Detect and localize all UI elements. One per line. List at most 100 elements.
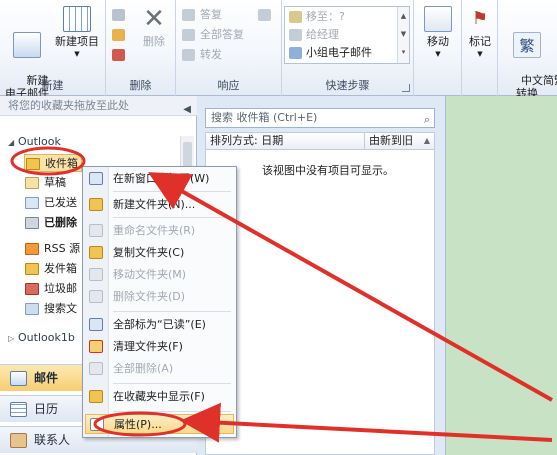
junk-button[interactable]	[110, 46, 130, 64]
quick-step-item[interactable]: 移至：?	[288, 8, 345, 26]
junk-icon	[112, 49, 125, 61]
cleanup-button[interactable]	[110, 26, 130, 44]
folder-deleted[interactable]: 已删除	[14, 214, 77, 232]
search-input[interactable]: 搜索 收件箱 (Ctrl+E) ⌕	[205, 108, 435, 128]
menu-separator	[113, 191, 231, 192]
folder-move-icon	[289, 11, 302, 23]
new-window-icon	[89, 172, 103, 185]
rss-icon	[25, 243, 39, 255]
drafts-icon	[25, 177, 39, 189]
forward-icon	[182, 49, 195, 61]
outbox-icon	[25, 263, 39, 275]
new-items-icon	[63, 6, 91, 32]
menu-move-folder[interactable]: 移动文件夹(M)	[85, 265, 234, 285]
folder-rss[interactable]: RSS 源	[24, 240, 80, 258]
menu-delete-folder[interactable]: 删除文件夹(D)	[85, 287, 234, 307]
mark-read-icon	[89, 318, 103, 331]
tag-button[interactable]: ⚑ 标记 ▼	[464, 6, 496, 61]
delete-button[interactable]: ✕ 删除	[136, 6, 172, 48]
inbox-icon	[26, 158, 40, 170]
new-items-button[interactable]: 新建项目 ▼	[50, 6, 104, 61]
menu-copy-folder[interactable]: 复制文件夹(C)	[85, 243, 234, 263]
group-label-delete: 删除	[129, 79, 152, 92]
ribbon: 新建 电子邮件 新建项目 ▼ 新建 ✕ 删除 删除 答复 全部答复 转发 响应 …	[0, 0, 557, 100]
favorites-drop-area[interactable]: 将您的收藏夹拖放至此处 ◀	[0, 96, 197, 116]
search-icon[interactable]: ⌕	[424, 111, 430, 129]
menu-new-folder[interactable]: 新建文件夹(N)...	[85, 195, 234, 215]
forward-button[interactable]: 转发	[180, 46, 222, 64]
expand-triangle-icon[interactable]: ◢	[8, 135, 18, 151]
meeting-button[interactable]	[256, 6, 276, 24]
quick-steps-scroll[interactable]: ▲ ▼ ▾	[397, 7, 409, 63]
empty-view-message: 该视图中没有项目可显示。	[262, 164, 394, 177]
menu-show-in-favorites[interactable]: 在收藏夹中显示(F)	[85, 387, 234, 407]
reply-all-button[interactable]: 全部答复	[180, 26, 244, 44]
meeting-icon	[258, 9, 271, 21]
dialog-launcher-icon[interactable]	[402, 84, 410, 92]
move-folder-icon	[89, 268, 103, 281]
folder-junk[interactable]: 垃圾邮	[24, 280, 77, 298]
menu-separator	[113, 217, 231, 218]
dropdown-arrow-icon: ▼	[477, 50, 483, 58]
menu-rename-folder[interactable]: 重命名文件夹(R)	[85, 221, 234, 241]
team-email-icon	[289, 47, 302, 59]
calendar-icon	[10, 402, 27, 417]
reply-button[interactable]: 答复	[180, 6, 222, 24]
folder-drafts[interactable]: 草稿	[24, 174, 66, 192]
dropdown-arrow-icon: ▼	[74, 50, 80, 58]
menu-delete-all[interactable]: 全部删除(A)	[85, 359, 234, 379]
contacts-icon	[10, 433, 27, 448]
dropdown-arrow-icon: ▼	[435, 50, 441, 58]
expand-triangle-icon[interactable]: ▷	[8, 331, 18, 347]
quick-step-item[interactable]: 给经理	[288, 26, 339, 44]
menu-clean-up-folder[interactable]: 清理文件夹(F)	[85, 337, 234, 357]
sort-arrow-icon[interactable]: ▲	[424, 133, 430, 149]
reply-all-icon	[182, 29, 195, 41]
collapse-arrow-icon[interactable]: ◀	[183, 100, 191, 120]
folder-inbox[interactable]: 收件箱	[24, 154, 82, 172]
chinese-convert-icon: 繁	[513, 32, 541, 58]
account-outlook[interactable]: ◢ Outlook	[8, 134, 61, 150]
delete-folder-icon	[89, 290, 103, 303]
copy-folder-icon	[89, 246, 103, 259]
menu-separator	[113, 411, 231, 412]
group-label-quick-steps: 快速步骤	[325, 79, 370, 92]
move-button[interactable]: 移动 ▼	[418, 6, 458, 61]
sort-by-label[interactable]: 排列方式: 日期	[210, 133, 283, 149]
quick-steps-gallery[interactable]: 移至：? 给经理 小组电子邮件 ▲ ▼ ▾	[284, 6, 410, 64]
folder-outbox[interactable]: 发件箱	[24, 260, 77, 278]
ribbon-group-respond: 答复 全部答复 转发 响应	[176, 0, 282, 96]
folder-sent[interactable]: 已发送	[24, 194, 77, 212]
menu-open-new-window[interactable]: 在新窗口中打开(W)	[85, 169, 234, 189]
ribbon-group-new: 新建 电子邮件 新建项目 ▼ 新建	[0, 0, 106, 100]
sort-order-label[interactable]: 由新到旧	[364, 133, 413, 149]
delete-x-icon: ✕	[143, 4, 165, 34]
favorites-icon	[89, 390, 103, 403]
new-folder-icon	[89, 198, 103, 211]
account-outlook1b[interactable]: ▷ Outlook1b	[8, 330, 75, 346]
delete-all-icon	[89, 362, 103, 375]
ribbon-group-quick-steps: 移至：? 给经理 小组电子邮件 ▲ ▼ ▾ 快速步骤	[282, 0, 414, 96]
properties-icon	[90, 418, 104, 431]
ribbon-group-move: 移动 ▼	[414, 0, 462, 96]
ribbon-group-chinese: 繁 中文简繁 转换	[498, 0, 557, 100]
group-label-new: 新建	[41, 79, 64, 92]
list-header: 排列方式: 日期 由新到旧 ▲	[205, 132, 435, 150]
quick-step-item[interactable]: 小组电子邮件	[288, 44, 372, 62]
group-label-respond: 响应	[217, 79, 240, 92]
menu-mark-all-read[interactable]: 全部标为“已读”(E)	[85, 315, 234, 335]
context-menu: 在新窗口中打开(W) 新建文件夹(N)... 重命名文件夹(R) 复制文件夹(C…	[82, 166, 237, 438]
menu-properties[interactable]: 属性(P)...	[85, 414, 234, 434]
ignore-button[interactable]	[110, 6, 130, 24]
message-list: 该视图中没有项目可显示。	[205, 150, 435, 455]
clean-up-icon	[89, 340, 103, 353]
menu-separator	[113, 383, 231, 384]
folder-search[interactable]: 搜索文	[24, 300, 77, 318]
reading-pane	[445, 96, 557, 455]
rename-icon	[89, 224, 103, 237]
reply-icon	[182, 9, 195, 21]
new-email-icon	[13, 32, 41, 58]
junk-folder-icon	[25, 283, 39, 295]
deleted-icon	[25, 217, 39, 229]
menu-separator	[113, 311, 231, 312]
